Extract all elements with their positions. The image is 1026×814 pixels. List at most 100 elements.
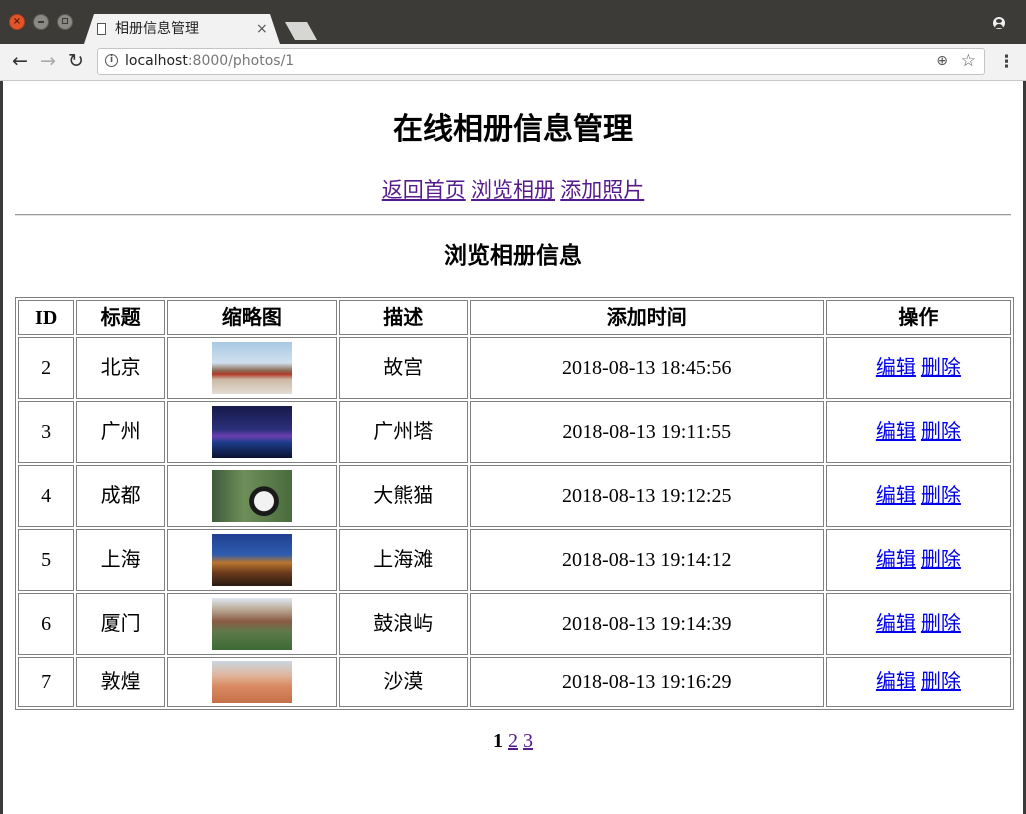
current-page: 1	[493, 730, 503, 752]
close-window-icon[interactable]: ×	[9, 14, 25, 30]
cell-title: 敦煌	[76, 657, 165, 707]
cell-description: 故宫	[338, 337, 468, 399]
edit-link[interactable]: 编辑	[876, 613, 916, 635]
edit-link[interactable]: 编辑	[876, 357, 916, 379]
cell-id: 6	[18, 593, 75, 655]
page-icon	[97, 23, 106, 35]
zoom-icon[interactable]: ⊕	[936, 53, 948, 70]
photos-table: ID 标题 缩略图 描述 添加时间 操作 2 北京 故宫 2018-08-13 …	[15, 297, 1014, 710]
cell-id: 3	[18, 401, 75, 463]
url-text[interactable]: localhost:8000/photos/1	[125, 53, 294, 70]
cell-actions: 编辑 删除	[825, 657, 1011, 707]
table-row: 6 厦门 鼓浪屿 2018-08-13 19:14:39 编辑 删除	[18, 593, 1011, 655]
cell-actions: 编辑 删除	[825, 529, 1011, 591]
cell-title: 北京	[76, 337, 165, 399]
cell-description: 沙漠	[338, 657, 468, 707]
cell-added-time: 2018-08-13 19:14:39	[469, 593, 824, 655]
delete-link[interactable]: 删除	[921, 671, 961, 693]
cell-thumbnail	[166, 401, 337, 463]
cell-added-time: 2018-08-13 19:12:25	[469, 465, 824, 527]
cell-added-time: 2018-08-13 19:14:12	[469, 529, 824, 591]
cell-description: 大熊猫	[338, 465, 468, 527]
home-link[interactable]: 返回首页	[382, 178, 466, 202]
header-actions: 操作	[825, 300, 1011, 335]
cell-title: 上海	[76, 529, 165, 591]
maximize-window-icon[interactable]	[57, 14, 73, 30]
add-photo-link[interactable]: 添加照片	[560, 178, 644, 202]
cell-thumbnail	[166, 529, 337, 591]
header-description: 描述	[338, 300, 468, 335]
cell-id: 2	[18, 337, 75, 399]
thumbnail-image	[211, 598, 292, 650]
cell-added-time: 2018-08-13 18:45:56	[469, 337, 824, 399]
reload-icon[interactable]: ↻	[68, 50, 84, 72]
delete-link[interactable]: 删除	[921, 485, 961, 507]
thumbnail-image	[211, 534, 292, 586]
edit-link[interactable]: 编辑	[876, 485, 916, 507]
browser-titlebar: × 相册信息管理 ×	[0, 0, 1026, 44]
header-id: ID	[18, 300, 75, 335]
tab-title: 相册信息管理	[115, 21, 199, 37]
thumbnail-image	[211, 661, 292, 703]
cell-actions: 编辑 删除	[825, 401, 1011, 463]
table-row: 3 广州 广州塔 2018-08-13 19:11:55 编辑 删除	[18, 401, 1011, 463]
minimize-window-icon[interactable]	[33, 14, 49, 30]
page-link[interactable]: 3	[523, 730, 533, 752]
table-row: 5 上海 上海滩 2018-08-13 19:14:12 编辑 删除	[18, 529, 1011, 591]
cell-thumbnail	[166, 657, 337, 707]
table-row: 4 成都 大熊猫 2018-08-13 19:12:25 编辑 删除	[18, 465, 1011, 527]
horizontal-divider	[15, 214, 1011, 216]
edit-link[interactable]: 编辑	[876, 421, 916, 443]
cell-thumbnail	[166, 593, 337, 655]
info-icon[interactable]: i	[105, 54, 118, 67]
menu-icon[interactable]: ⋮	[998, 52, 1015, 72]
table-header-row: ID 标题 缩略图 描述 添加时间 操作	[18, 300, 1011, 335]
edit-link[interactable]: 编辑	[876, 671, 916, 693]
thumbnail-image	[211, 470, 292, 522]
table-row: 7 敦煌 沙漠 2018-08-13 19:16:29 编辑 删除	[18, 657, 1011, 707]
cell-title: 广州	[76, 401, 165, 463]
profile-icon[interactable]	[986, 13, 1012, 35]
cell-id: 5	[18, 529, 75, 591]
delete-link[interactable]: 删除	[921, 613, 961, 635]
cell-description: 广州塔	[338, 401, 468, 463]
cell-actions: 编辑 删除	[825, 465, 1011, 527]
page-viewport: 在线相册信息管理 返回首页 浏览相册 添加照片 浏览相册信息 ID 标题 缩略图…	[3, 81, 1023, 814]
cell-actions: 编辑 删除	[825, 593, 1011, 655]
edit-link[interactable]: 编辑	[876, 549, 916, 571]
nav-links: 返回首页 浏览相册 添加照片	[3, 177, 1023, 203]
delete-link[interactable]: 删除	[921, 549, 961, 571]
cell-id: 7	[18, 657, 75, 707]
star-icon[interactable]: ☆	[961, 51, 976, 71]
page-title: 在线相册信息管理	[393, 113, 633, 146]
section-title: 浏览相册信息	[444, 243, 582, 268]
delete-link[interactable]: 删除	[921, 357, 961, 379]
cell-thumbnail	[166, 337, 337, 399]
page-link[interactable]: 2	[508, 730, 518, 752]
thumbnail-image	[211, 342, 292, 394]
cell-id: 4	[18, 465, 75, 527]
back-arrow-icon[interactable]: ←	[12, 50, 28, 72]
header-added-time: 添加时间	[469, 300, 824, 335]
cell-title: 成都	[76, 465, 165, 527]
cell-description: 上海滩	[338, 529, 468, 591]
browser-toolbar: ← → ↻ i localhost:8000/photos/1 ⊕ ☆ ⋮	[0, 44, 1026, 81]
cell-actions: 编辑 删除	[825, 337, 1011, 399]
delete-link[interactable]: 删除	[921, 421, 961, 443]
cell-description: 鼓浪屿	[338, 593, 468, 655]
cell-added-time: 2018-08-13 19:11:55	[469, 401, 824, 463]
cell-thumbnail	[166, 465, 337, 527]
cell-added-time: 2018-08-13 19:16:29	[469, 657, 824, 707]
pagination: 1 2 3	[3, 729, 1023, 753]
new-tab-button[interactable]	[285, 22, 317, 40]
table-row: 2 北京 故宫 2018-08-13 18:45:56 编辑 删除	[18, 337, 1011, 399]
cell-title: 厦门	[76, 593, 165, 655]
header-title: 标题	[76, 300, 165, 335]
tab-close-icon[interactable]: ×	[256, 20, 268, 38]
browser-tab[interactable]: 相册信息管理 ×	[84, 14, 280, 44]
forward-arrow-icon[interactable]: →	[40, 50, 56, 72]
address-bar[interactable]: i localhost:8000/photos/1 ⊕ ☆	[97, 48, 985, 75]
header-thumbnail: 缩略图	[166, 300, 337, 335]
browse-album-link[interactable]: 浏览相册	[471, 178, 555, 202]
thumbnail-image	[211, 406, 292, 458]
